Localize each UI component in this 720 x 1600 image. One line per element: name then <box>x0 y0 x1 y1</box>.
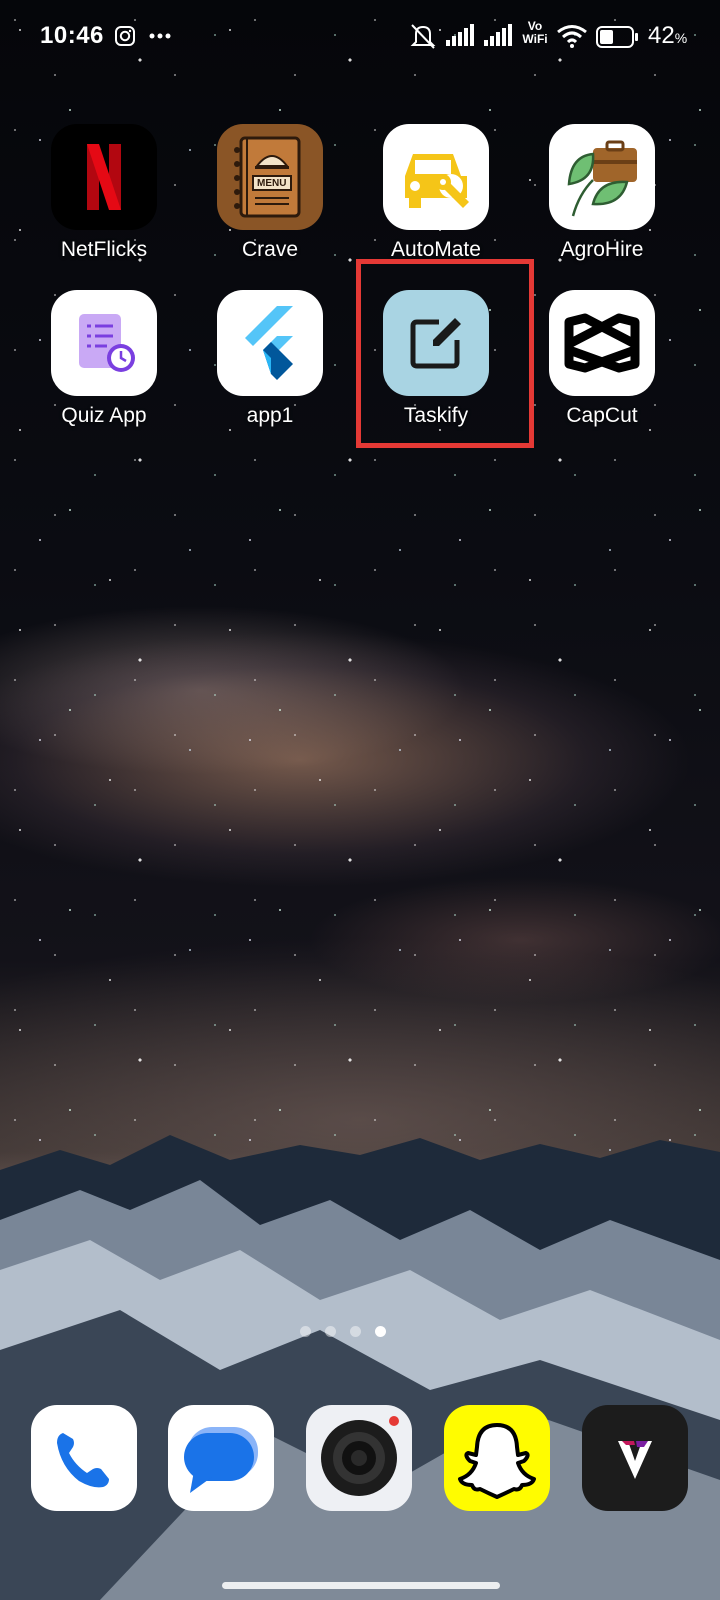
dock-snapchat[interactable] <box>444 1405 550 1511</box>
more-dots-icon <box>149 33 171 39</box>
app-label: Quiz App <box>61 404 147 427</box>
battery-percent: 42% <box>648 22 687 50</box>
wifi-icon <box>557 25 587 48</box>
instagram-icon <box>115 26 135 46</box>
page-dot <box>300 1326 311 1337</box>
page-indicator[interactable] <box>300 1326 386 1337</box>
signal-1-icon <box>446 24 474 46</box>
menu-book-icon: MENU <box>217 124 323 230</box>
status-time: 10:46 <box>40 22 104 49</box>
signal-2-icon <box>484 24 512 46</box>
app-capcut[interactable]: CapCut <box>527 290 677 428</box>
vowifi-icon: Vo WiFi <box>518 20 552 46</box>
status-bar: 10:46 Vo WiFi 42% <box>0 0 720 72</box>
app-label: app1 <box>246 404 294 427</box>
app-app1[interactable]: app1 <box>195 290 345 428</box>
app-netflicks[interactable]: NetFlicks <box>29 124 179 262</box>
page-dot-active <box>375 1326 386 1337</box>
app-label: AgroHire <box>560 238 644 261</box>
page-dot <box>350 1326 361 1337</box>
leaf-briefcase-icon <box>549 124 655 230</box>
mountain-range <box>0 1135 720 1600</box>
app-automate[interactable]: AutoMate <box>361 124 511 262</box>
dock-phone[interactable] <box>31 1405 137 1511</box>
app-label: Crave <box>241 238 299 261</box>
page-dot <box>325 1326 336 1337</box>
capcut-icon <box>549 290 655 396</box>
v-logo-icon <box>618 1441 652 1479</box>
battery-icon <box>596 26 638 48</box>
app-quiz-app[interactable]: Quiz App <box>29 290 179 428</box>
quiz-clipboard-icon <box>51 290 157 396</box>
battery-value: 42 <box>648 22 675 49</box>
snapchat-ghost-icon <box>458 1423 536 1499</box>
app-crave[interactable]: MENU Crave <box>195 124 345 262</box>
app-agrohire[interactable]: AgroHire <box>527 124 677 262</box>
battery-unit: % <box>674 30 688 46</box>
highlight-box <box>356 259 534 448</box>
dock-v-app[interactable] <box>582 1405 688 1511</box>
camera-icon <box>321 1416 399 1496</box>
dock-camera[interactable] <box>306 1405 412 1511</box>
dock-messages[interactable] <box>168 1405 274 1511</box>
home-indicator[interactable] <box>222 1582 500 1589</box>
message-bubble-icon <box>184 1427 258 1493</box>
vowifi-bottom-text: WiFi <box>522 32 548 46</box>
app-label: CapCut <box>566 404 638 427</box>
netflix-icon <box>51 124 157 230</box>
flutter-icon <box>217 290 323 396</box>
phone-icon <box>57 1433 109 1488</box>
menu-text: MENU <box>257 178 287 189</box>
car-wrench-icon <box>383 124 489 230</box>
mute-icon <box>410 24 436 49</box>
app-label: NetFlicks <box>60 238 148 261</box>
